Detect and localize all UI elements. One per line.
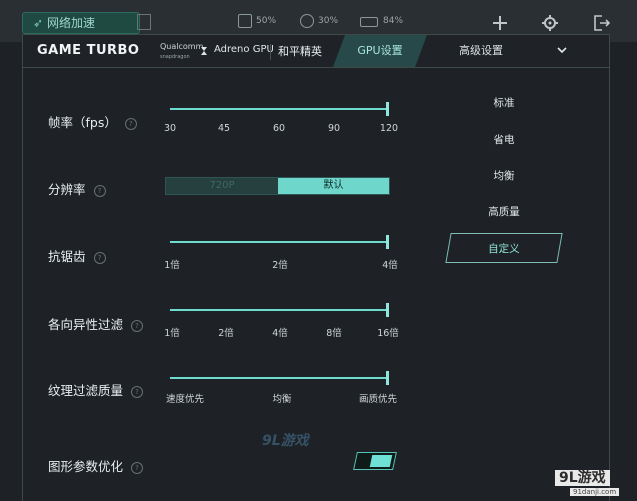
fps-slider-handle[interactable] <box>386 102 389 116</box>
antialiasing-label: 抗锯齿 <box>48 249 86 264</box>
resolution-option-default[interactable]: 默认 <box>278 178 389 194</box>
anisotropic-tick: 2倍 <box>218 328 234 339</box>
preset-power-saving[interactable]: 省电 <box>448 125 560 155</box>
header: GAME TURBO Qualcomm snapdragon Adreno GP… <box>22 34 610 68</box>
header-divider <box>270 44 271 60</box>
help-icon[interactable]: ? <box>131 461 144 474</box>
texture-quality-label: 纹理过滤质量 <box>48 383 124 398</box>
game-icon[interactable] <box>137 14 151 30</box>
fps-tick: 90 <box>327 123 341 134</box>
preset-high-quality[interactable]: 高质量 <box>448 197 560 227</box>
texture-quality-slider-track[interactable] <box>170 377 388 379</box>
battery-icon <box>360 17 378 27</box>
game-name: 和平精英 <box>278 45 322 58</box>
graphics-opt-row: 图形参数优化? <box>48 456 144 475</box>
plus-icon[interactable] <box>492 15 508 31</box>
brand-title: GAME TURBO <box>37 43 140 58</box>
antialiasing-tick: 2倍 <box>272 260 288 271</box>
tab-gpu-settings[interactable]: GPU设置 <box>333 35 427 67</box>
chip-brand: Qualcomm <box>160 42 204 51</box>
fps-slider-track[interactable] <box>170 108 388 110</box>
fps-tick: 45 <box>217 123 231 134</box>
chevron-down-icon[interactable] <box>556 44 568 56</box>
tab-gpu-label: GPU设置 <box>357 44 403 57</box>
temperature-icon <box>300 14 314 28</box>
preset-custom-label: 自定义 <box>488 243 520 255</box>
tab-advanced-settings[interactable]: 高级设置 <box>441 35 521 67</box>
resolution-option-720p[interactable]: 720P <box>166 178 278 194</box>
antialiasing-tick: 1倍 <box>164 260 180 271</box>
network-boost-button[interactable]: ➶ 网络加速 <box>22 12 140 34</box>
resolution-toggle: 720P 默认 <box>165 177 390 195</box>
anisotropic-slider-track[interactable] <box>170 309 388 311</box>
fps-tick: 60 <box>272 123 286 134</box>
fps-tick: 120 <box>379 123 399 134</box>
gpu-name: Adreno GPU <box>214 44 274 55</box>
antialiasing-tick: 4倍 <box>382 260 398 271</box>
resolution-row: 分辨率? <box>48 179 106 198</box>
help-icon[interactable]: ? <box>124 117 137 130</box>
anisotropic-label: 各向异性过滤 <box>48 317 124 332</box>
fps-tick: 30 <box>163 123 177 134</box>
network-boost-label: 网络加速 <box>47 16 96 30</box>
anisotropic-tick: 16倍 <box>377 328 399 339</box>
fps-label: 帧率（fps） <box>48 115 117 130</box>
watermark-logo: 9L游戏 <box>262 433 309 449</box>
exit-icon[interactable] <box>592 14 610 32</box>
corner-watermark-logo: 9L游戏 <box>555 470 610 486</box>
preset-balanced[interactable]: 均衡 <box>448 161 560 191</box>
antialiasing-slider-handle[interactable] <box>386 235 389 249</box>
resolution-label: 分辨率 <box>48 182 86 197</box>
cpu-icon <box>238 14 252 28</box>
antialiasing-slider-track[interactable] <box>170 241 388 243</box>
snapdragon-icon <box>201 47 207 55</box>
help-icon[interactable]: ? <box>131 385 144 398</box>
texture-quality-tick: 速度优先 <box>165 394 205 405</box>
texture-quality-tick: 均衡 <box>272 394 292 405</box>
fps-row: 帧率（fps）? <box>48 112 137 131</box>
chip-sub: snapdragon <box>160 54 190 60</box>
antialiasing-row: 抗锯齿? <box>48 246 106 265</box>
cpu-usage: 50% <box>256 16 277 26</box>
graphics-opt-switch[interactable] <box>353 452 397 470</box>
help-icon[interactable]: ? <box>93 251 106 264</box>
anisotropic-tick: 4倍 <box>272 328 288 339</box>
anisotropic-row: 各向异性过滤? <box>48 314 144 333</box>
texture-quality-tick: 画质优先 <box>358 394 398 405</box>
anisotropic-tick: 1倍 <box>164 328 180 339</box>
graphics-opt-label: 图形参数优化 <box>48 459 124 474</box>
battery-level: 84% <box>383 16 404 26</box>
anisotropic-tick: 8倍 <box>326 328 342 339</box>
preset-standard[interactable]: 标准 <box>448 88 560 118</box>
rocket-icon: ➶ <box>33 16 44 30</box>
texture-quality-slider-handle[interactable] <box>386 371 389 385</box>
switch-knob <box>369 455 393 467</box>
corner-watermark-url: 91danji.com <box>570 488 620 496</box>
anisotropic-slider-handle[interactable] <box>386 303 389 317</box>
gear-icon[interactable] <box>542 15 558 31</box>
temperature-value: 30% <box>318 16 339 26</box>
help-icon[interactable]: ? <box>93 184 106 197</box>
texture-quality-row: 纹理过滤质量? <box>48 380 144 399</box>
help-icon[interactable]: ? <box>131 319 144 332</box>
preset-custom[interactable]: 自定义 <box>445 233 563 263</box>
chip-logo: Qualcomm snapdragon <box>160 42 203 62</box>
